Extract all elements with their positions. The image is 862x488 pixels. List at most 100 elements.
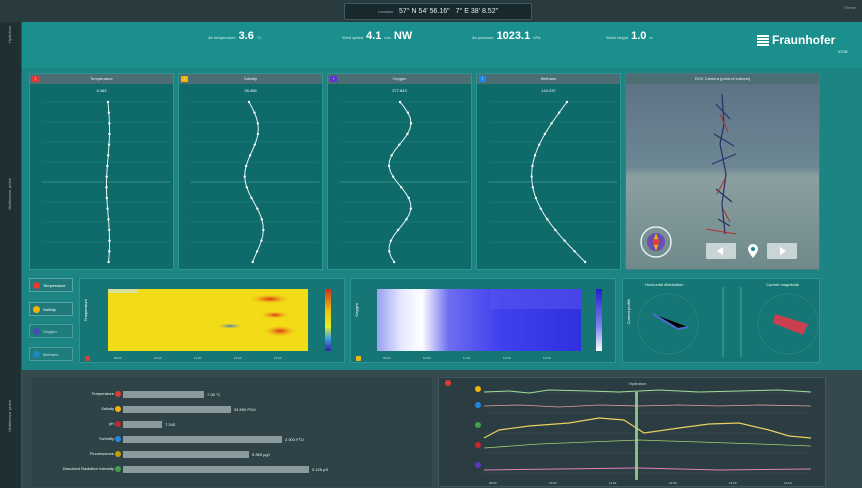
turbidity-dot-icon — [115, 436, 121, 442]
fluorescence-dot-icon — [115, 451, 121, 457]
pressure-label: Air pressure — [472, 35, 494, 40]
profile-plot[interactable] — [179, 94, 324, 269]
profile-title: Salinity — [179, 74, 322, 84]
methane-button[interactable]: Methane — [29, 347, 73, 361]
profile-point — [538, 143, 541, 146]
location-pin-icon[interactable] — [748, 244, 758, 258]
profile-point — [530, 175, 533, 178]
profile-point — [391, 175, 395, 178]
svg-text:10:00: 10:00 — [423, 356, 431, 360]
wave-readout: Wave height 1.0 m — [606, 30, 653, 42]
profile-point — [244, 164, 248, 168]
temperature-dot-icon — [33, 281, 40, 289]
bar-row-turbidity[interactable]: Turbidity 2.003 FTU — [32, 435, 432, 445]
profile-temperature[interactable]: Temperature ! 4.163 — [29, 73, 174, 270]
bar-row-radiation[interactable]: Dissolved Radiation Intensity 0.126 µS — [32, 465, 432, 475]
bar-row-temperature[interactable]: Temperature 7.08 °C — [32, 390, 432, 400]
profile-point — [256, 132, 260, 136]
profile-point — [550, 122, 553, 125]
profile-point — [106, 207, 109, 210]
bar-value: 0.126 µS — [312, 467, 329, 472]
svg-text:12:00: 12:00 — [503, 356, 511, 360]
button-label: Oxygen — [43, 328, 57, 334]
profile-point — [107, 228, 111, 232]
svg-text:13:00: 13:00 — [729, 481, 737, 485]
svg-text:12:00: 12:00 — [669, 481, 677, 485]
svg-text:13:00: 13:00 — [274, 356, 282, 360]
button-label: Salinity — [43, 306, 56, 312]
profile-point — [563, 239, 566, 242]
bar-value: 7.245 — [165, 422, 176, 427]
profile-point — [107, 143, 111, 146]
svg-text:11:00: 11:00 — [609, 481, 617, 485]
air-temp-unit: °C — [256, 35, 262, 40]
wind-value: 4.1 — [366, 30, 382, 42]
profile-oxygen[interactable]: Oxygen ! 277.843 — [327, 73, 472, 270]
wind-label: Wind speed — [342, 35, 364, 40]
rov-image-title: ROV Camera (point of interest) — [626, 74, 819, 84]
profile-value: 4.163 — [96, 88, 107, 93]
salinity-button[interactable]: Salinity — [29, 302, 73, 316]
oxygen-heatmap: 09:00 10:00 11:00 12:00 13:00 — [377, 289, 602, 360]
pressure-value: 1023.1 — [496, 30, 531, 42]
profile-plot[interactable] — [477, 94, 622, 269]
profile-title: Methane — [477, 74, 620, 84]
profile-methane[interactable]: Methane ! 144.237 — [476, 73, 621, 270]
profile-point — [108, 132, 111, 136]
temperature-heatmap-panel[interactable]: Temperature 09:00 10:00 11:00 12:00 13:00 — [79, 278, 345, 363]
profile-point — [396, 228, 400, 232]
svg-text:14:00: 14:00 — [784, 481, 792, 485]
profile-value: 35.496 — [244, 88, 257, 93]
profile-plot[interactable] — [30, 94, 175, 269]
app-frame: Theme Location 57° N 54' 56.16" 7° E 38'… — [0, 0, 862, 488]
theme-label[interactable]: Theme — [844, 5, 856, 10]
bar-row-fluorescence[interactable]: Fluorescence 0.369 µg/l — [32, 450, 432, 460]
profile-point — [260, 218, 264, 221]
profile-value: 277.843 — [392, 88, 407, 93]
wave-value: 1.0 — [631, 30, 647, 42]
sidebar-low-label: Multisensor probe — [7, 400, 12, 432]
oxygen-dot-icon — [33, 327, 40, 335]
profile-point — [106, 100, 110, 104]
oxygen-button[interactable]: Oxygen — [29, 324, 73, 338]
profile-point — [543, 132, 547, 136]
profile-point — [565, 100, 569, 104]
button-label: Temperature — [43, 282, 66, 288]
ph-dot-icon — [115, 421, 121, 427]
wind-readout: Wind speed 4.1 m/s NW — [342, 30, 412, 42]
profile-point — [248, 154, 252, 157]
profile-point — [245, 186, 248, 189]
bar-row-ph[interactable]: pH 7.245 — [32, 420, 432, 430]
timeseries-panel[interactable]: Hydrobox 09:00 10:00 11:00 12:00 13:00 14:00 — [438, 377, 826, 487]
latitude: 57° N 54' 56.16" — [399, 8, 450, 15]
current-profile-panel[interactable]: Current profile Horizontal distribution … — [622, 278, 820, 363]
profile-point — [255, 250, 259, 253]
bar-row-salinity[interactable]: Salinity 34.590 PSU — [32, 405, 432, 415]
profile-point — [534, 196, 538, 200]
profile-point — [105, 175, 108, 178]
temperature-dot-icon — [115, 391, 121, 397]
next-image-button[interactable] — [767, 243, 797, 259]
logo-subtitle: IOSB — [838, 49, 848, 54]
radiation-dot-icon — [115, 466, 121, 472]
previous-image-button[interactable] — [706, 243, 736, 259]
sidebar-top-label: Hydrobox — [7, 26, 12, 44]
profile-point — [583, 260, 587, 264]
svg-text:11:00: 11:00 — [463, 356, 471, 360]
profile-point — [389, 239, 393, 242]
coordinates-label: Location — [377, 9, 394, 14]
profile-point — [105, 186, 108, 189]
air-temp-readout: Air temperature 3.6 °C — [208, 30, 261, 42]
profile-salinity[interactable]: Salinity ! 35.496 — [178, 73, 323, 270]
profile-point — [405, 218, 408, 221]
profile-point — [107, 154, 110, 157]
temperature-button[interactable]: Temperature — [29, 278, 73, 292]
rov-image-panel: ROV Camera (point of interest) — [625, 73, 820, 270]
profile-plot[interactable] — [328, 94, 473, 269]
bar — [123, 466, 309, 473]
profile-point — [573, 250, 576, 253]
temperature-icon: ! — [32, 76, 39, 82]
oxygen-heatmap-panel[interactable]: Oxygen 09:00 10:00 11:00 12:00 13:00 — [350, 278, 616, 363]
wind-direction: NW — [393, 30, 413, 42]
profile-value: 144.237 — [541, 88, 556, 93]
